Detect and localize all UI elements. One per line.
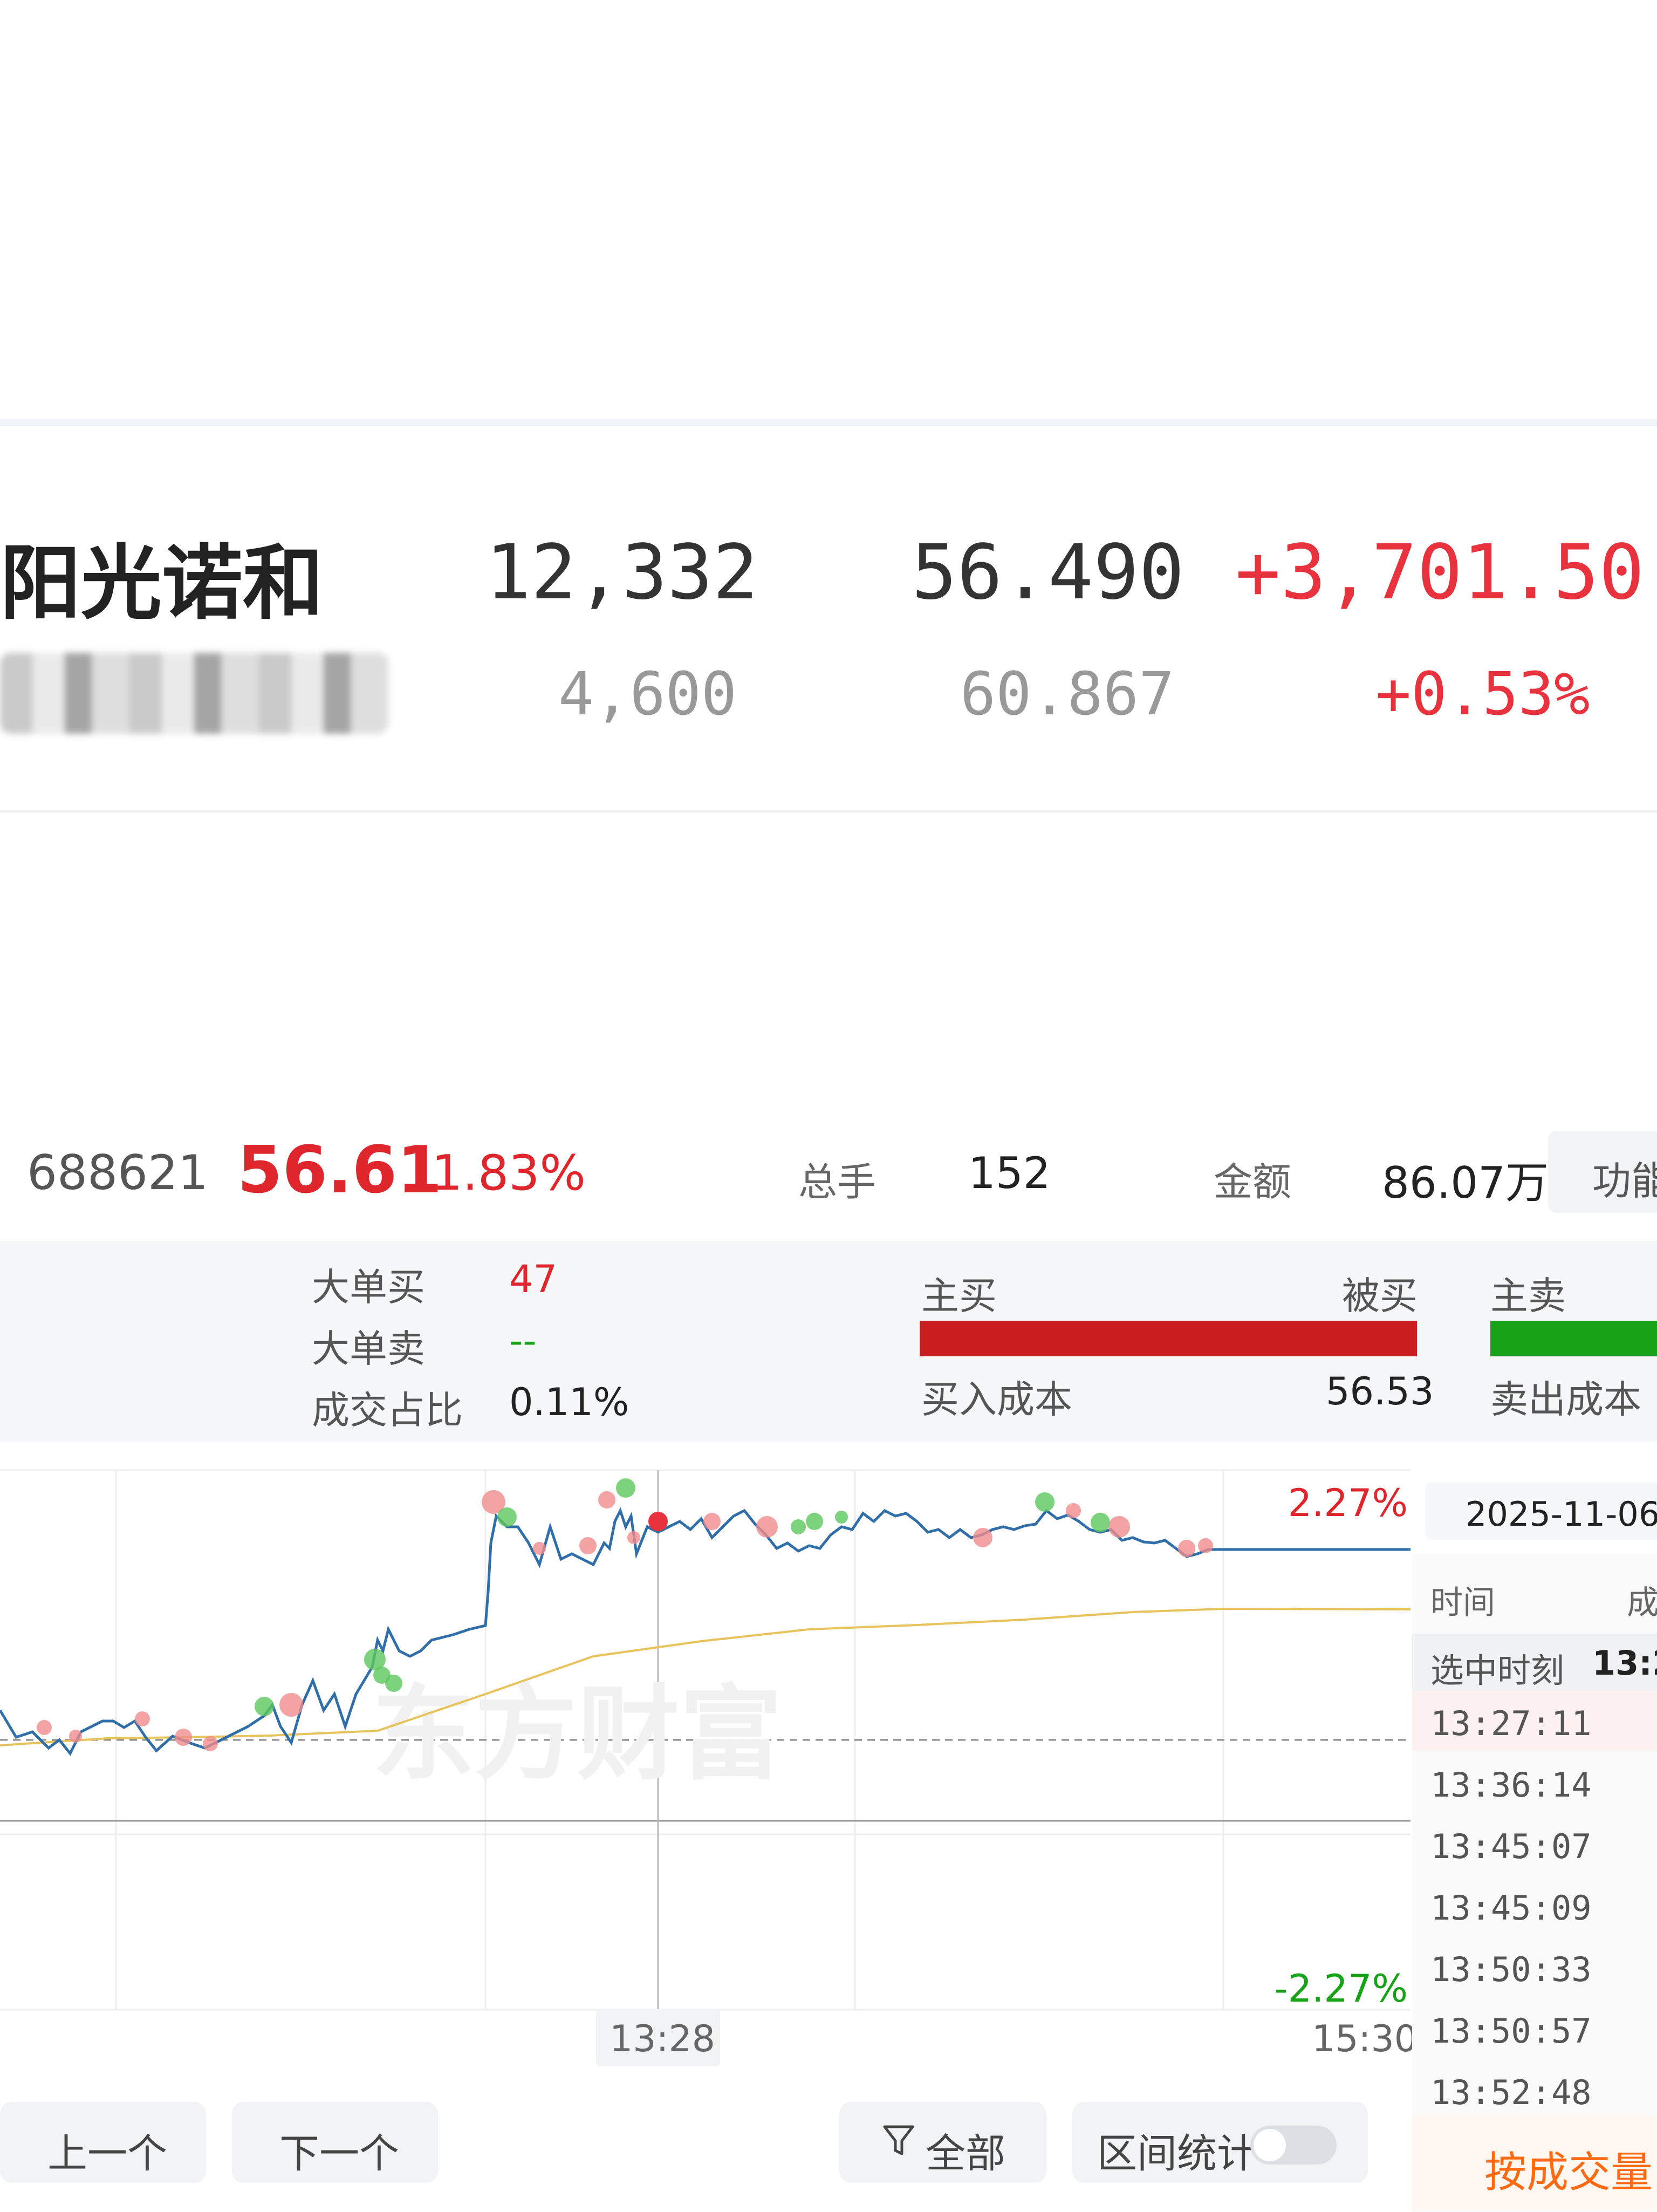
active-sell-label: 主卖: [1490, 1274, 1566, 1318]
range-stats-label: 区间统计: [1097, 2131, 1257, 2177]
blurred-code: [0, 653, 388, 734]
next-button[interactable]: 下一个: [232, 2102, 438, 2183]
total-hands-value: 152: [968, 1148, 1051, 1198]
function-button-label: 功能: [1592, 1158, 1657, 1204]
position-cost: 56.490: [912, 529, 1184, 617]
stock-price: 56.61: [237, 1133, 442, 1208]
selected-label: 选中时刻: [1430, 1651, 1565, 1690]
stock-name: 阳光诺和: [0, 537, 324, 631]
sell-cost-label: 卖出成本: [1490, 1377, 1641, 1422]
deal-ratio-value: 0.11%: [509, 1380, 629, 1424]
total-hands-label: 总手: [798, 1159, 877, 1205]
y-top-label: 2.27%: [1288, 1481, 1408, 1525]
filter-all-label: 全部: [926, 2131, 1005, 2177]
x-label-end: 15:30: [1312, 2018, 1418, 2060]
big-buy-value: 47: [509, 1257, 558, 1301]
list-item[interactable]: 13:52:48: [1430, 2073, 1592, 2112]
selected-time: 13:2: [1592, 1643, 1657, 1683]
buy-cost-label: 买入成本: [921, 1377, 1072, 1422]
sort-by-volume-button[interactable]: 按成交量: [1412, 2115, 1657, 2210]
range-stats-button[interactable]: 区间统计: [1072, 2102, 1368, 2183]
next-button-label: 下一个: [279, 2131, 399, 2177]
position-profit-pct: +0.53%: [1375, 659, 1590, 728]
card-divider-bottom: [0, 810, 1657, 813]
deal-ratio-label: 成交占比: [312, 1388, 463, 1432]
position-cost-sub: 60.867: [960, 659, 1175, 728]
date-selector[interactable]: 2025-11-06: [1426, 1483, 1657, 1540]
list-item[interactable]: 13:27:11: [1430, 1704, 1592, 1743]
x-label-crosshair: 13:28: [610, 2018, 715, 2060]
stock-code: 688621: [27, 1145, 208, 1200]
list-item[interactable]: 13:50:57: [1430, 2011, 1592, 2051]
filter-all-button[interactable]: 全部: [839, 2102, 1046, 2183]
filter-icon: [882, 2121, 915, 2158]
col-volume-header: 成: [1627, 1584, 1657, 1622]
buy-ratio-bar: [920, 1321, 1417, 1356]
prev-button[interactable]: 上一个: [0, 2102, 206, 2183]
card-divider-top: [0, 419, 1657, 426]
list-item[interactable]: 13:45:07: [1430, 1827, 1592, 1866]
col-time-header: 时间: [1430, 1584, 1495, 1622]
buy-cost-value: 56.53: [1326, 1369, 1434, 1414]
prev-button-label: 上一个: [47, 2131, 167, 2177]
range-stats-toggle[interactable]: [1250, 2126, 1337, 2165]
big-buy-label: 大单买: [312, 1265, 425, 1309]
list-item[interactable]: 13:45:09: [1430, 1888, 1592, 1928]
sort-by-volume-label: 按成交量: [1484, 2148, 1653, 2197]
y-bottom-label: -2.27%: [1274, 1967, 1408, 2011]
active-buy-label: 主买: [921, 1274, 997, 1318]
sell-ratio-bar: [1490, 1321, 1657, 1356]
big-sell-label: 大单卖: [312, 1327, 425, 1371]
passive-buy-label: 被买: [1342, 1274, 1418, 1318]
date-value: 2025-11-06: [1466, 1494, 1657, 1534]
chart-watermark: 东方财富: [372, 1675, 782, 1794]
function-button[interactable]: 功能: [1548, 1131, 1657, 1213]
intraday-chart[interactable]: 东方财富 2.27% -2.27%: [0, 1467, 1410, 2072]
amount-label: 金额: [1214, 1159, 1292, 1205]
position-volume-sub: 4,600: [558, 659, 737, 728]
position-profit: +3,701.50: [1235, 529, 1645, 617]
amount-value: 86.07万: [1382, 1158, 1549, 1208]
stock-change-pct: 1.83%: [432, 1145, 586, 1201]
list-item[interactable]: 13:50:33: [1430, 1950, 1592, 1989]
big-sell-value: --: [509, 1319, 537, 1363]
list-item[interactable]: 13:36:14: [1430, 1765, 1592, 1805]
position-volume: 12,332: [485, 529, 758, 617]
